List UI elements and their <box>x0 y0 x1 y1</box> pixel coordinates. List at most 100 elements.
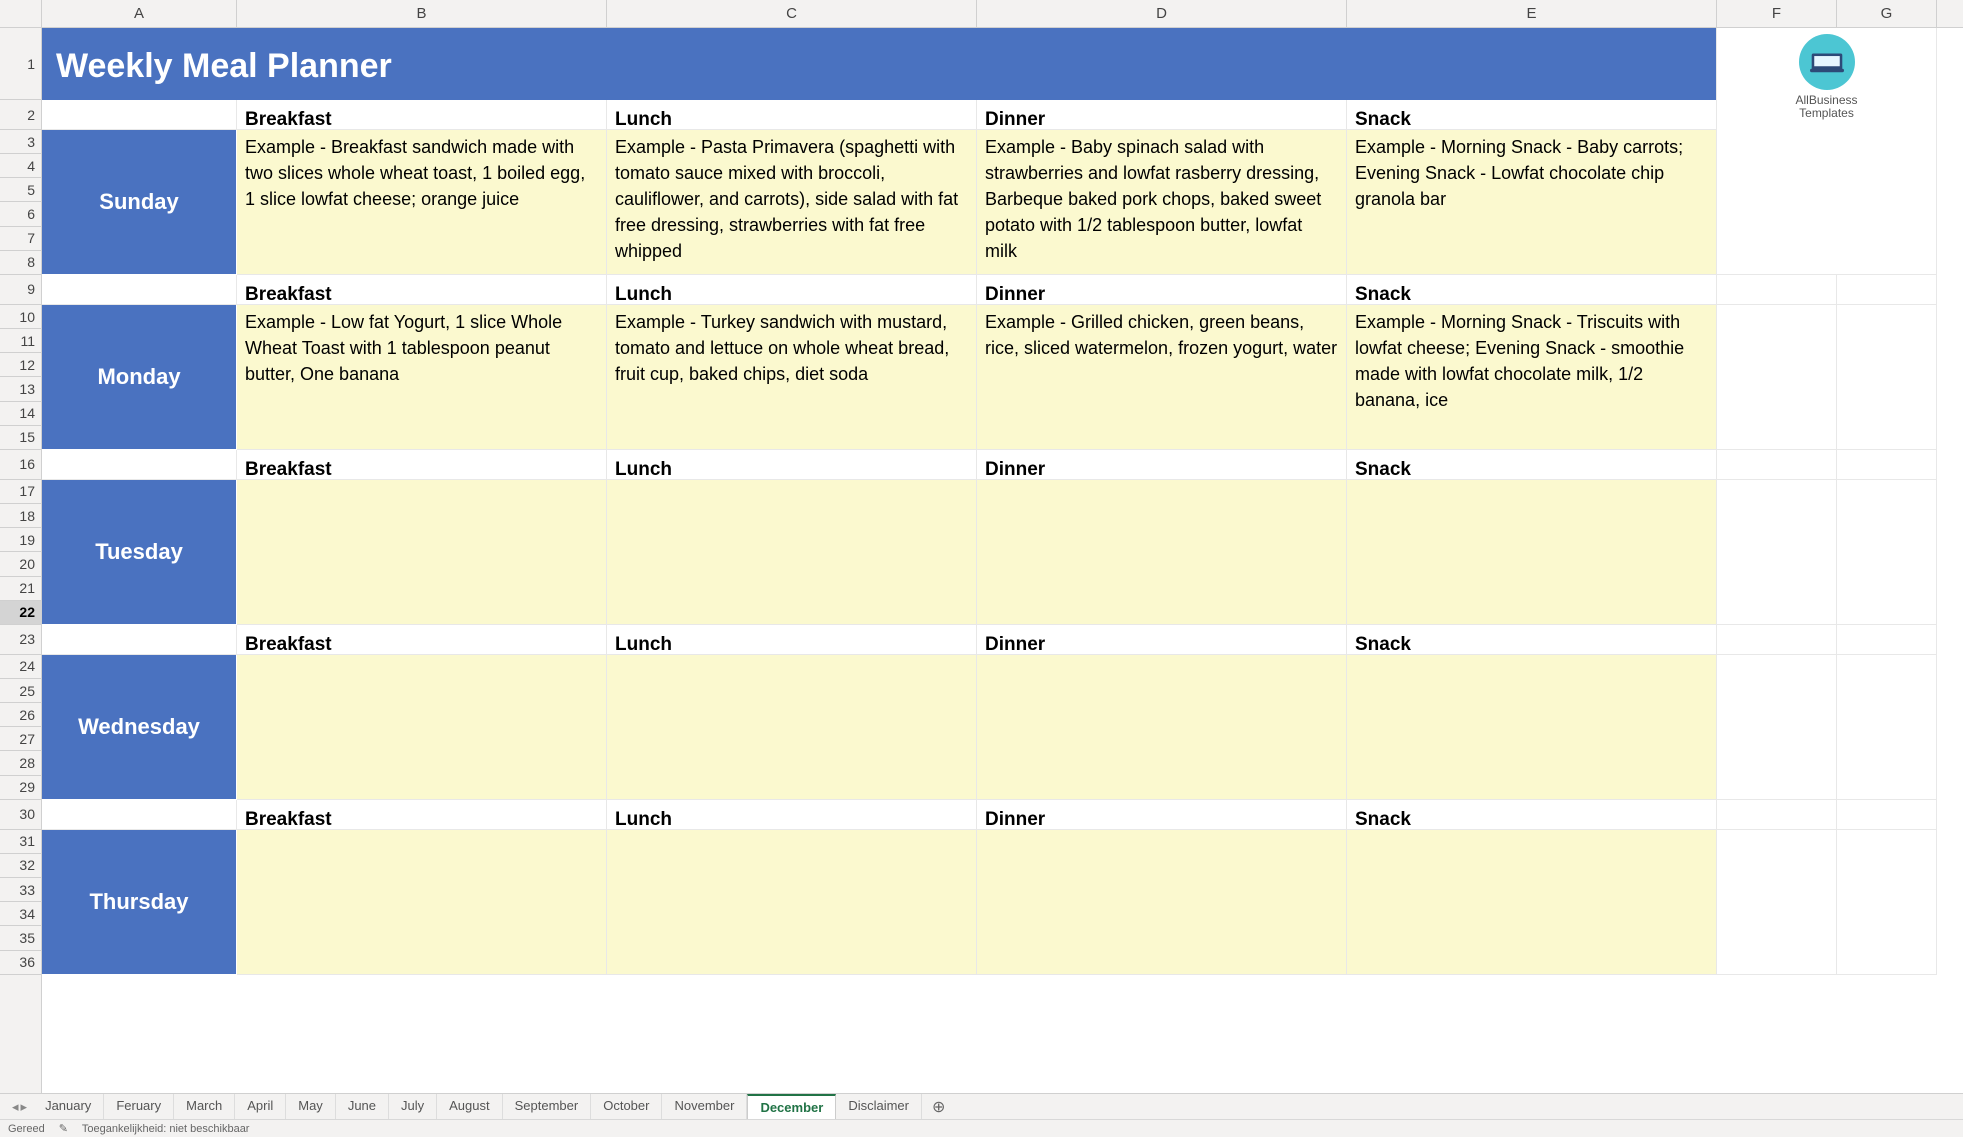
cell-blank[interactable] <box>42 275 237 305</box>
meal-cell-tuesday-breakfast[interactable] <box>237 480 607 625</box>
col-header-G[interactable]: G <box>1837 0 1937 27</box>
row-header-1[interactable]: 1 <box>0 28 41 100</box>
cell-blank[interactable] <box>1837 275 1937 305</box>
row-header-22[interactable]: 22 <box>0 601 41 625</box>
col-header-D[interactable]: D <box>977 0 1347 27</box>
cell-blank[interactable] <box>1837 800 1937 830</box>
sheet-tab-september[interactable]: September <box>503 1094 592 1119</box>
row-header-25[interactable]: 25 <box>0 679 41 703</box>
meal-cell-wednesday-breakfast[interactable] <box>237 655 607 800</box>
row-header-9[interactable]: 9 <box>0 275 41 305</box>
row-header-15[interactable]: 15 <box>0 426 41 450</box>
cell-blank[interactable] <box>1717 450 1837 480</box>
cell-blank[interactable] <box>1717 800 1837 830</box>
cell-blank[interactable] <box>1837 655 1937 800</box>
sheet-tab-may[interactable]: May <box>286 1094 336 1119</box>
row-header-20[interactable]: 20 <box>0 552 41 576</box>
tab-prev-icon[interactable]: ▸ <box>21 1099 28 1115</box>
row-header-26[interactable]: 26 <box>0 703 41 727</box>
meal-header-breakfast[interactable]: Breakfast <box>237 275 607 305</box>
row-header-2[interactable]: 2 <box>0 100 41 130</box>
row-header-31[interactable]: 31 <box>0 830 41 854</box>
row-header-17[interactable]: 17 <box>0 480 41 504</box>
select-all-corner[interactable] <box>0 0 42 28</box>
row-header-33[interactable]: 33 <box>0 878 41 902</box>
row-header-7[interactable]: 7 <box>0 227 41 251</box>
cell-blank[interactable] <box>1837 830 1937 975</box>
sheet-tab-december[interactable]: December <box>747 1094 836 1119</box>
meal-header-snack[interactable]: Snack <box>1347 800 1717 830</box>
cell-blank[interactable] <box>42 625 237 655</box>
meal-cell-thursday-breakfast[interactable] <box>237 830 607 975</box>
row-header-5[interactable]: 5 <box>0 178 41 202</box>
meal-header-dinner[interactable]: Dinner <box>977 100 1347 130</box>
meal-header-lunch[interactable]: Lunch <box>607 625 977 655</box>
meal-header-snack[interactable]: Snack <box>1347 450 1717 480</box>
col-header-A[interactable]: A <box>42 0 237 27</box>
row-header-36[interactable]: 36 <box>0 951 41 975</box>
meal-header-lunch[interactable]: Lunch <box>607 100 977 130</box>
meal-header-snack[interactable]: Snack <box>1347 275 1717 305</box>
cell-blank[interactable] <box>1717 830 1837 975</box>
row-header-4[interactable]: 4 <box>0 154 41 178</box>
meal-header-snack[interactable]: Snack <box>1347 100 1717 130</box>
meal-cell-monday-breakfast[interactable]: Example - Low fat Yogurt, 1 slice Whole … <box>237 305 607 450</box>
meal-cell-sunday-breakfast[interactable]: Example - Breakfast sandwich made with t… <box>237 130 607 275</box>
meal-cell-tuesday-snack[interactable] <box>1347 480 1717 625</box>
row-header-10[interactable]: 10 <box>0 305 41 329</box>
row-header-32[interactable]: 32 <box>0 854 41 878</box>
meal-header-breakfast[interactable]: Breakfast <box>237 625 607 655</box>
add-sheet-button[interactable]: ⊕ <box>922 1097 955 1117</box>
meal-header-dinner[interactable]: Dinner <box>977 275 1347 305</box>
cell-blank[interactable] <box>42 800 237 830</box>
row-header-27[interactable]: 27 <box>0 727 41 751</box>
cell-blank[interactable] <box>1717 625 1837 655</box>
cell-blank[interactable] <box>42 450 237 480</box>
meal-header-dinner[interactable]: Dinner <box>977 450 1347 480</box>
cell-blank[interactable] <box>1837 625 1937 655</box>
meal-cell-sunday-lunch[interactable]: Example - Pasta Primavera (spaghetti wit… <box>607 130 977 275</box>
meal-cell-wednesday-lunch[interactable] <box>607 655 977 800</box>
meal-cell-wednesday-dinner[interactable] <box>977 655 1347 800</box>
meal-header-dinner[interactable]: Dinner <box>977 625 1347 655</box>
row-header-19[interactable]: 19 <box>0 528 41 552</box>
row-header-23[interactable]: 23 <box>0 625 41 655</box>
sheet-tab-july[interactable]: July <box>389 1094 437 1119</box>
row-header-34[interactable]: 34 <box>0 902 41 926</box>
tab-nav-arrows[interactable]: ◂ ▸ <box>6 1099 33 1115</box>
meal-header-snack[interactable]: Snack <box>1347 625 1717 655</box>
cell-blank[interactable] <box>1717 655 1837 800</box>
row-header-28[interactable]: 28 <box>0 751 41 775</box>
meal-header-lunch[interactable]: Lunch <box>607 275 977 305</box>
row-header-18[interactable]: 18 <box>0 504 41 528</box>
meal-cell-monday-snack[interactable]: Example - Morning Snack - Triscuits with… <box>1347 305 1717 450</box>
cell-blank[interactable] <box>1837 450 1937 480</box>
meal-cell-thursday-snack[interactable] <box>1347 830 1717 975</box>
cell-blank[interactable] <box>1717 480 1837 625</box>
row-header-6[interactable]: 6 <box>0 202 41 226</box>
col-header-B[interactable]: B <box>237 0 607 27</box>
cell-blank[interactable] <box>42 100 237 130</box>
meal-header-lunch[interactable]: Lunch <box>607 450 977 480</box>
row-header-30[interactable]: 30 <box>0 800 41 830</box>
row-header-3[interactable]: 3 <box>0 130 41 154</box>
meal-cell-sunday-snack[interactable]: Example - Morning Snack - Baby carrots; … <box>1347 130 1717 275</box>
cell-blank[interactable] <box>1717 275 1837 305</box>
meal-header-breakfast[interactable]: Breakfast <box>237 800 607 830</box>
row-header-35[interactable]: 35 <box>0 926 41 950</box>
meal-cell-tuesday-lunch[interactable] <box>607 480 977 625</box>
cell-blank[interactable] <box>1837 305 1937 450</box>
row-header-16[interactable]: 16 <box>0 450 41 480</box>
tab-first-icon[interactable]: ◂ <box>12 1099 19 1115</box>
meal-cell-tuesday-dinner[interactable] <box>977 480 1347 625</box>
meal-header-lunch[interactable]: Lunch <box>607 800 977 830</box>
row-header-13[interactable]: 13 <box>0 377 41 401</box>
row-header-8[interactable]: 8 <box>0 251 41 275</box>
row-header-21[interactable]: 21 <box>0 577 41 601</box>
col-header-F[interactable]: F <box>1717 0 1837 27</box>
col-header-C[interactable]: C <box>607 0 977 27</box>
meal-cell-thursday-lunch[interactable] <box>607 830 977 975</box>
col-header-E[interactable]: E <box>1347 0 1717 27</box>
meal-cell-wednesday-snack[interactable] <box>1347 655 1717 800</box>
meal-header-breakfast[interactable]: Breakfast <box>237 450 607 480</box>
